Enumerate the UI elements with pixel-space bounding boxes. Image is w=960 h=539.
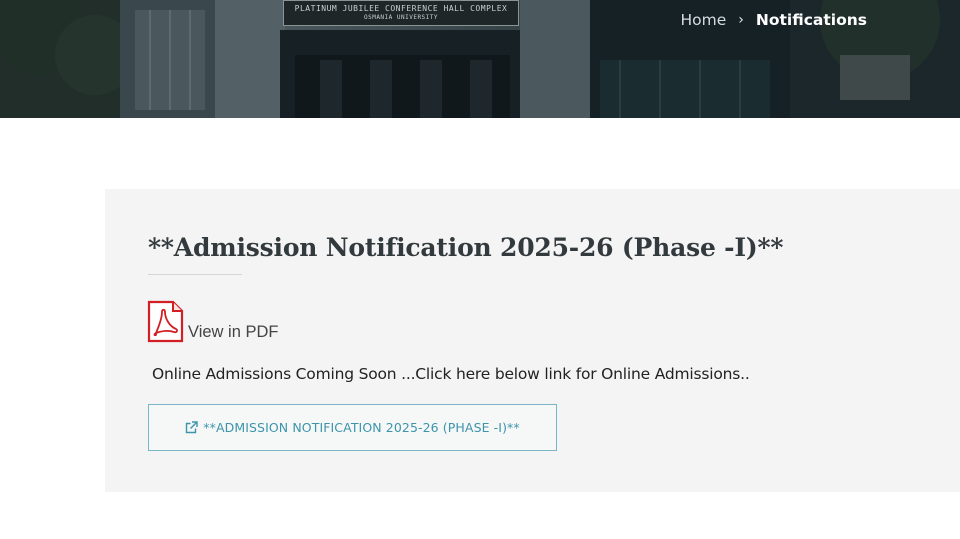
notification-title: **Admission Notification 2025-26 (Phase … [148,233,784,262]
pdf-file-icon [147,300,184,343]
building-sign-subtitle: OSMANIA UNIVERSITY [363,14,439,21]
breadcrumb-home-link[interactable]: Home [680,11,726,29]
breadcrumb: Home › Notifications [680,10,867,30]
breadcrumb-current-page: Notifications [755,11,867,29]
title-divider [148,274,242,275]
external-link-icon [186,421,198,434]
view-pdf-label: View in PDF [188,323,279,341]
page-banner: PLATINUM JUBILEE CONFERENCE HALL COMPLEX… [0,0,960,118]
view-pdf-link[interactable]: View in PDF [147,300,278,343]
building-sign-title: PLATINUM JUBILEE CONFERENCE HALL COMPLEX [294,4,508,13]
admission-notification-link-button[interactable]: **ADMISSION NOTIFICATION 2025-26 (PHASE … [148,404,557,451]
admission-message: Online Admissions Coming Soon ...Click h… [152,365,750,383]
building-sign: PLATINUM JUBILEE CONFERENCE HALL COMPLEX… [283,0,519,26]
notification-card: **Admission Notification 2025-26 (Phase … [105,189,960,492]
breadcrumb-separator-icon: › [738,12,744,28]
admission-notification-link-label: **ADMISSION NOTIFICATION 2025-26 (PHASE … [203,420,520,435]
